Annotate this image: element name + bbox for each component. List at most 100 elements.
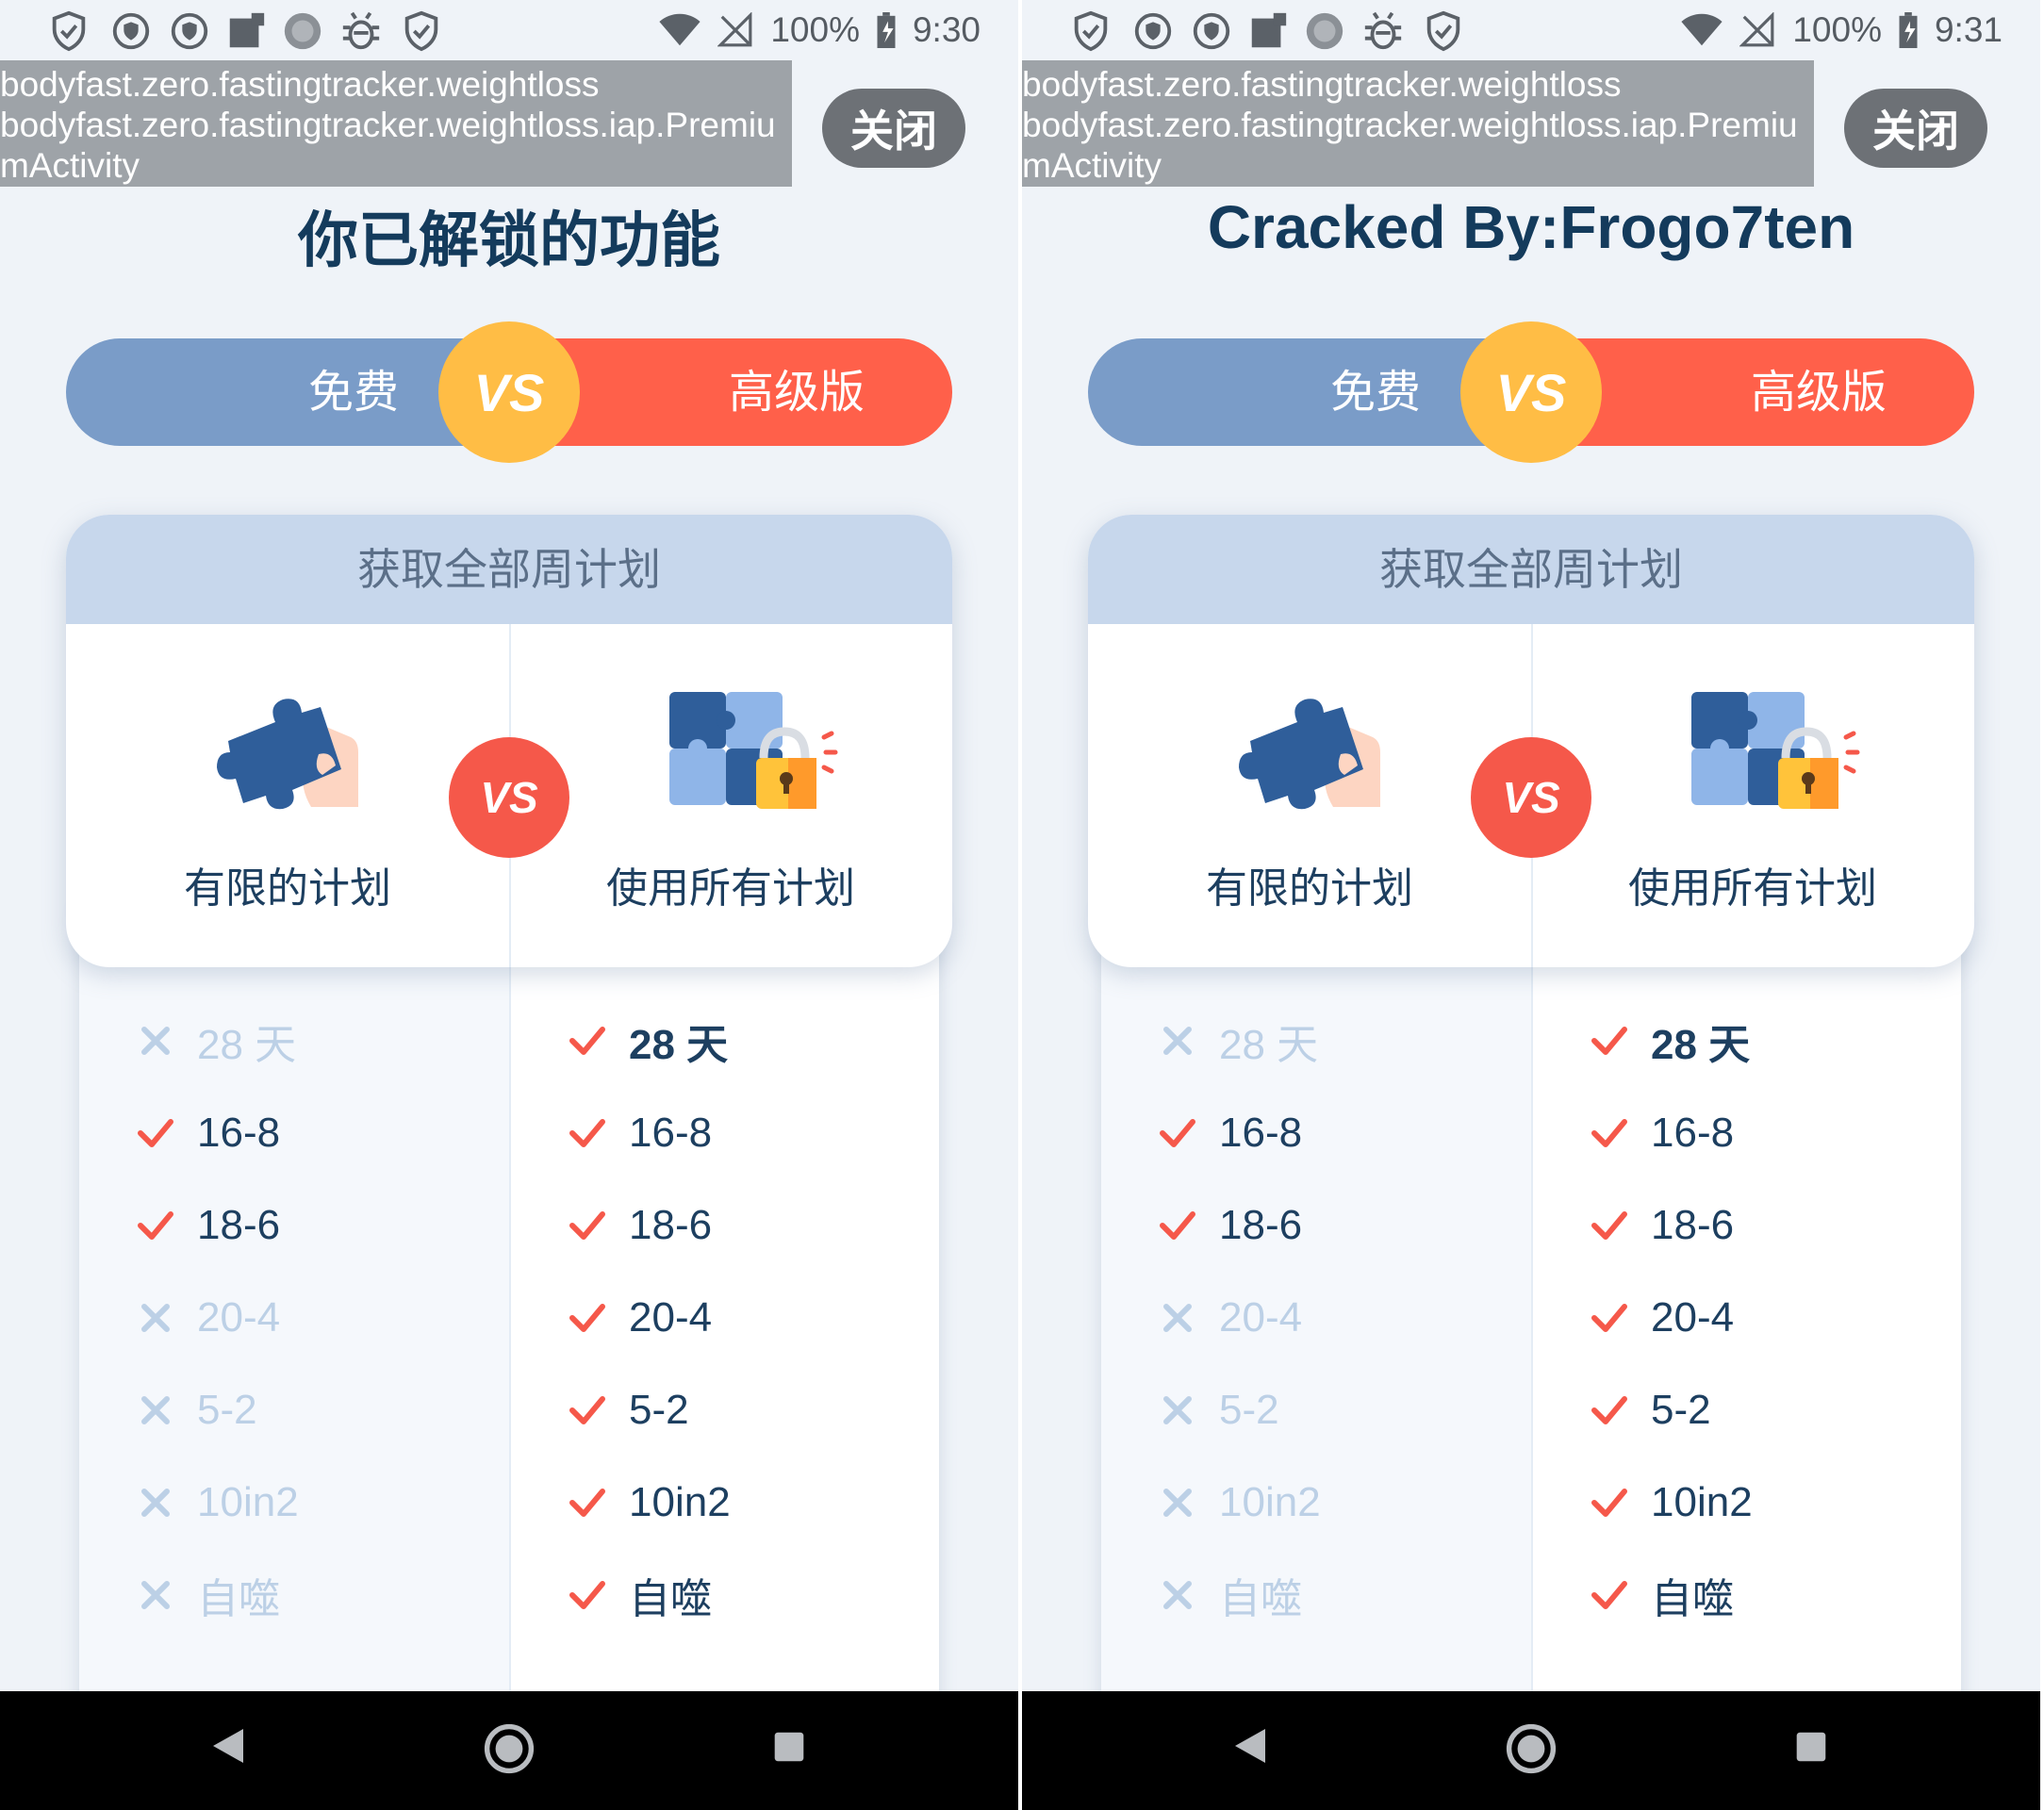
limited-plans-label: 有限的计划 (184, 864, 391, 913)
check-icon (1591, 1484, 1628, 1522)
plan-card: 获取全部周计划 有限的计划 使用所有计划 VS (1088, 515, 1974, 967)
cross-icon (1159, 1484, 1196, 1522)
home-icon[interactable] (1506, 1723, 1557, 1774)
feature-name: 18-6 (1651, 1202, 1735, 1248)
premium-feature-row: 20-4 (1591, 1290, 1734, 1346)
feature-name: 28 天 (629, 1022, 729, 1068)
free-feature-row: 5-2 (137, 1382, 257, 1439)
check-icon (569, 1299, 606, 1337)
feature-name: 16-8 (629, 1110, 713, 1156)
feature-name: 自噬 (197, 1576, 280, 1622)
bug-icon (1364, 11, 1402, 50)
feature-name: 28 天 (197, 1022, 297, 1068)
status-bar: 100% 9:31 (1022, 0, 2040, 60)
check-icon (1591, 1207, 1628, 1244)
column-divider (1531, 905, 1533, 1810)
check-icon (569, 1022, 606, 1060)
feature-name: 16-8 (1219, 1110, 1303, 1156)
activity-line: bodyfast.zero.fastingtracker.weightloss.… (0, 106, 776, 144)
battery-percent: 100% (1792, 10, 1882, 49)
cross-icon (137, 1022, 174, 1060)
premium-feature-row: 16-8 (1591, 1105, 1734, 1161)
premium-feature-row: 20-4 (569, 1290, 712, 1346)
check-icon (1591, 1576, 1628, 1614)
page-title: Cracked By:Frogo7ten (1207, 193, 1855, 261)
battery-charging-icon (1899, 12, 1918, 48)
shield-check-icon (52, 10, 86, 52)
free-feature-row: 16-8 (137, 1105, 280, 1161)
puzzle-lock-icon (1691, 692, 1860, 809)
premium-feature-row: 18-6 (569, 1197, 712, 1254)
premium-feature-row: 28 天 (569, 1012, 728, 1069)
vs-badge: VS (438, 321, 580, 463)
battery-percent: 100% (770, 10, 860, 49)
close-button[interactable]: 关闭 (1844, 89, 1987, 168)
clock: 9:30 (912, 10, 981, 49)
back-icon[interactable] (1231, 1727, 1269, 1765)
free-feature-row: 18-6 (1159, 1197, 1302, 1254)
free-feature-row: 5-2 (1159, 1382, 1279, 1439)
check-icon (1159, 1114, 1196, 1152)
premium-screen: 100% 9:30 bodyfast.zero.fastingtracker.w… (0, 0, 1018, 1810)
feature-name: 10in2 (1219, 1479, 1321, 1525)
no-signal-icon (1739, 12, 1774, 47)
free-feature-row: 10in2 (1159, 1474, 1321, 1531)
comparison-screenshots: 100% 9:30 bodyfast.zero.fastingtracker.w… (0, 0, 2044, 1810)
feature-name: 28 天 (1219, 1022, 1319, 1068)
cross-icon (1159, 1299, 1196, 1337)
wifi-icon (659, 13, 701, 46)
home-icon[interactable] (484, 1723, 535, 1774)
square-app-icon (229, 12, 265, 48)
cross-icon (137, 1391, 174, 1429)
activity-line: bodyfast.zero.fastingtracker.weightloss (0, 65, 600, 104)
feature-name: 20-4 (629, 1294, 713, 1341)
feature-name: 自噬 (629, 1576, 712, 1622)
page-title: 你已解锁的功能 (298, 206, 720, 274)
feature-name: 自噬 (1651, 1576, 1734, 1622)
activity-name-overlay: bodyfast.zero.fastingtracker.weightloss … (1022, 60, 1814, 187)
vs-badge: VS (1460, 321, 1602, 463)
navigation-bar (0, 1691, 1018, 1810)
feature-name: 20-4 (197, 1294, 281, 1341)
loading-circle-icon (284, 12, 321, 50)
check-icon (1591, 1114, 1628, 1152)
shield-check-icon (404, 10, 438, 52)
shield-check-icon (1074, 10, 1108, 52)
loading-circle-icon (1306, 12, 1343, 50)
check-icon (1591, 1391, 1628, 1429)
back-icon[interactable] (209, 1727, 247, 1765)
no-signal-icon (717, 12, 752, 47)
check-icon (137, 1114, 174, 1152)
check-icon (569, 1484, 606, 1522)
premium-feature-row: 自噬 (569, 1567, 712, 1623)
status-right: 100% 9:30 (659, 0, 981, 60)
free-feature-row: 20-4 (1159, 1290, 1302, 1346)
premium-feature-row: 5-2 (569, 1382, 689, 1439)
recents-icon[interactable] (1795, 1731, 1827, 1763)
all-plans-label: 使用所有计划 (1628, 864, 1877, 913)
status-right: 100% 9:31 (1681, 0, 2003, 60)
check-icon (137, 1207, 174, 1244)
recents-icon[interactable] (773, 1731, 805, 1763)
feature-name: 16-8 (1651, 1110, 1735, 1156)
close-button[interactable]: 关闭 (822, 89, 965, 168)
feature-name: 20-4 (1651, 1294, 1735, 1341)
activity-line: bodyfast.zero.fastingtracker.weightloss.… (1022, 106, 1798, 144)
feature-name: 5-2 (629, 1387, 689, 1433)
activity-name-overlay: bodyfast.zero.fastingtracker.weightloss … (0, 60, 792, 187)
navigation-bar (1022, 1691, 2040, 1810)
limited-plans-label: 有限的计划 (1206, 864, 1413, 913)
check-icon (569, 1576, 606, 1614)
feature-name: 18-6 (197, 1202, 281, 1248)
puzzle-piece-hand-icon (217, 699, 358, 810)
feature-name: 20-4 (1219, 1294, 1303, 1341)
bug-icon (342, 11, 380, 50)
feature-name: 18-6 (1219, 1202, 1303, 1248)
cross-icon (1159, 1022, 1196, 1060)
premium-feature-row: 自噬 (1591, 1567, 1734, 1623)
check-icon (569, 1114, 606, 1152)
card-title: 获取全部周计划 (1088, 515, 1974, 624)
premium-feature-row: 18-6 (1591, 1197, 1734, 1254)
all-plans-label: 使用所有计划 (606, 864, 855, 913)
feature-name: 5-2 (1651, 1387, 1711, 1433)
